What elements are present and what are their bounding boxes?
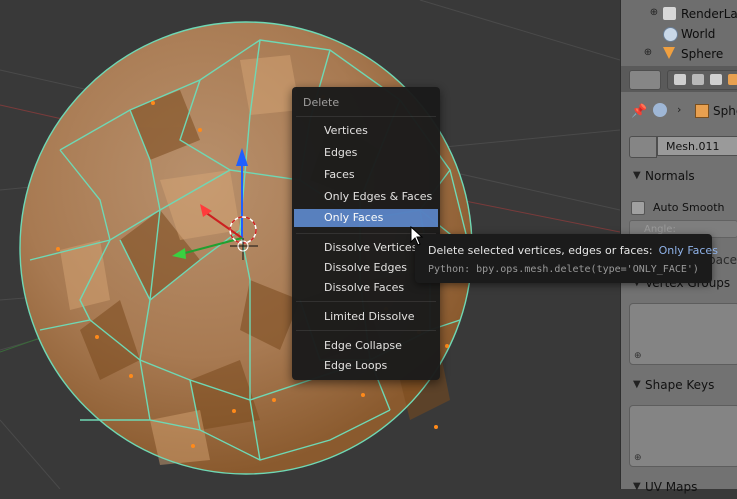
tooltip-value: Only Faces <box>658 244 718 257</box>
menu-title: Delete <box>303 96 340 109</box>
panel-normals-header[interactable]: ▼ Normals <box>621 166 737 188</box>
menu-item-label: Edge Collapse <box>324 339 402 352</box>
auto-smooth-checkbox[interactable] <box>631 201 645 215</box>
mouse-pointer-icon <box>410 226 424 246</box>
editor-type-button[interactable] <box>629 70 661 90</box>
outliner: ⊕ RenderLayers World ⊕ Sphere <box>621 0 737 66</box>
tooltip-description: Delete selected vertices, edges or faces… <box>428 244 653 257</box>
tooltip-description-line: Delete selected vertices, edges or faces… <box>428 244 718 257</box>
context-object-name: Spher <box>713 104 737 118</box>
outliner-item-label: Sphere <box>681 47 724 61</box>
menu-item-edge-collapse[interactable]: Edge Collapse <box>294 337 438 355</box>
menu-item-edges[interactable]: Edges <box>294 144 438 162</box>
menu-separator <box>296 301 436 302</box>
vertex-groups-list[interactable]: ⊕ <box>629 303 737 365</box>
panel-shape-keys-header[interactable]: ▼ Shape Keys <box>621 375 737 397</box>
outliner-item-label: World <box>681 27 716 41</box>
resize-grip-icon[interactable]: ⊕ <box>634 453 642 463</box>
chevron-right-icon: › <box>677 103 682 116</box>
resize-grip-icon[interactable]: ⊕ <box>634 351 642 361</box>
menu-item-edge-loops[interactable]: Edge Loops <box>294 357 438 375</box>
render-layers-icon <box>663 7 676 20</box>
collapse-triangle-icon: ▼ <box>633 481 641 492</box>
panel-uv-maps-header[interactable]: ▼ UV Maps <box>621 477 737 499</box>
tooltip-python: Python: bpy.ops.mesh.delete(type='ONLY_F… <box>428 264 699 275</box>
mesh-data-icon[interactable] <box>629 136 657 158</box>
menu-item-label: Only Faces <box>324 211 384 224</box>
menu-item-only-edges-faces[interactable]: Only Edges & Faces <box>294 188 438 206</box>
tooltip: Delete selected vertices, edges or faces… <box>415 234 718 283</box>
world-icon <box>663 27 678 42</box>
object-tab-icon[interactable] <box>728 74 737 85</box>
mesh-object-icon <box>663 47 675 59</box>
expand-icon[interactable]: ⊕ <box>649 8 659 18</box>
collapse-triangle-icon: ▼ <box>633 379 641 390</box>
panel-title: UV Maps <box>645 480 698 494</box>
menu-item-label: Dissolve Faces <box>324 281 405 294</box>
properties-header <box>621 66 737 92</box>
auto-smooth-checkbox-row[interactable]: Auto Smooth <box>621 197 737 219</box>
menu-item-label: Faces <box>324 168 355 181</box>
menu-item-label: Edges <box>324 146 358 159</box>
menu-item-label: Dissolve Edges <box>324 261 407 274</box>
world-tab-icon[interactable] <box>710 74 722 85</box>
render-tab-icon[interactable] <box>674 74 686 85</box>
menu-item-faces[interactable]: Faces <box>294 166 438 184</box>
mesh-object-icon <box>695 104 709 118</box>
menu-item-label: Only Edges & Faces <box>324 190 433 203</box>
outliner-item-world[interactable]: World <box>621 24 737 44</box>
scene-icon <box>653 103 667 117</box>
outliner-item-label: RenderLayers <box>681 7 737 21</box>
menu-item-label: Dissolve Vertices <box>324 241 418 254</box>
context-tabs[interactable] <box>667 70 737 90</box>
menu-item-only-faces[interactable]: Only Faces <box>294 209 438 227</box>
panel-title: Normals <box>645 169 695 183</box>
menu-item-label: Vertices <box>324 124 368 137</box>
menu-separator <box>296 116 436 117</box>
panel-title: Shape Keys <box>645 378 715 392</box>
menu-item-limited-dissolve[interactable]: Limited Dissolve <box>294 308 438 326</box>
shape-keys-list[interactable]: ⊕ <box>629 405 737 467</box>
mesh-name-field[interactable]: Mesh.011 <box>657 136 737 156</box>
menu-separator <box>296 330 436 331</box>
collapse-triangle-icon: ▼ <box>633 170 641 181</box>
menu-item-vertices[interactable]: Vertices <box>294 122 438 140</box>
outliner-item-sphere[interactable]: ⊕ Sphere <box>621 44 737 64</box>
context-path: 📌 › Spher <box>621 96 737 126</box>
scene-tab-icon[interactable] <box>692 74 704 85</box>
expand-icon[interactable]: ⊕ <box>643 48 653 58</box>
pin-icon[interactable]: 📌 <box>631 104 647 119</box>
menu-item-label: Limited Dissolve <box>324 310 415 323</box>
menu-item-label: Edge Loops <box>324 359 388 372</box>
outliner-item-renderlayers[interactable]: ⊕ RenderLayers <box>621 4 737 24</box>
mesh-datablock-field[interactable]: Mesh.011 <box>629 136 737 158</box>
auto-smooth-label: Auto Smooth <box>653 201 725 214</box>
